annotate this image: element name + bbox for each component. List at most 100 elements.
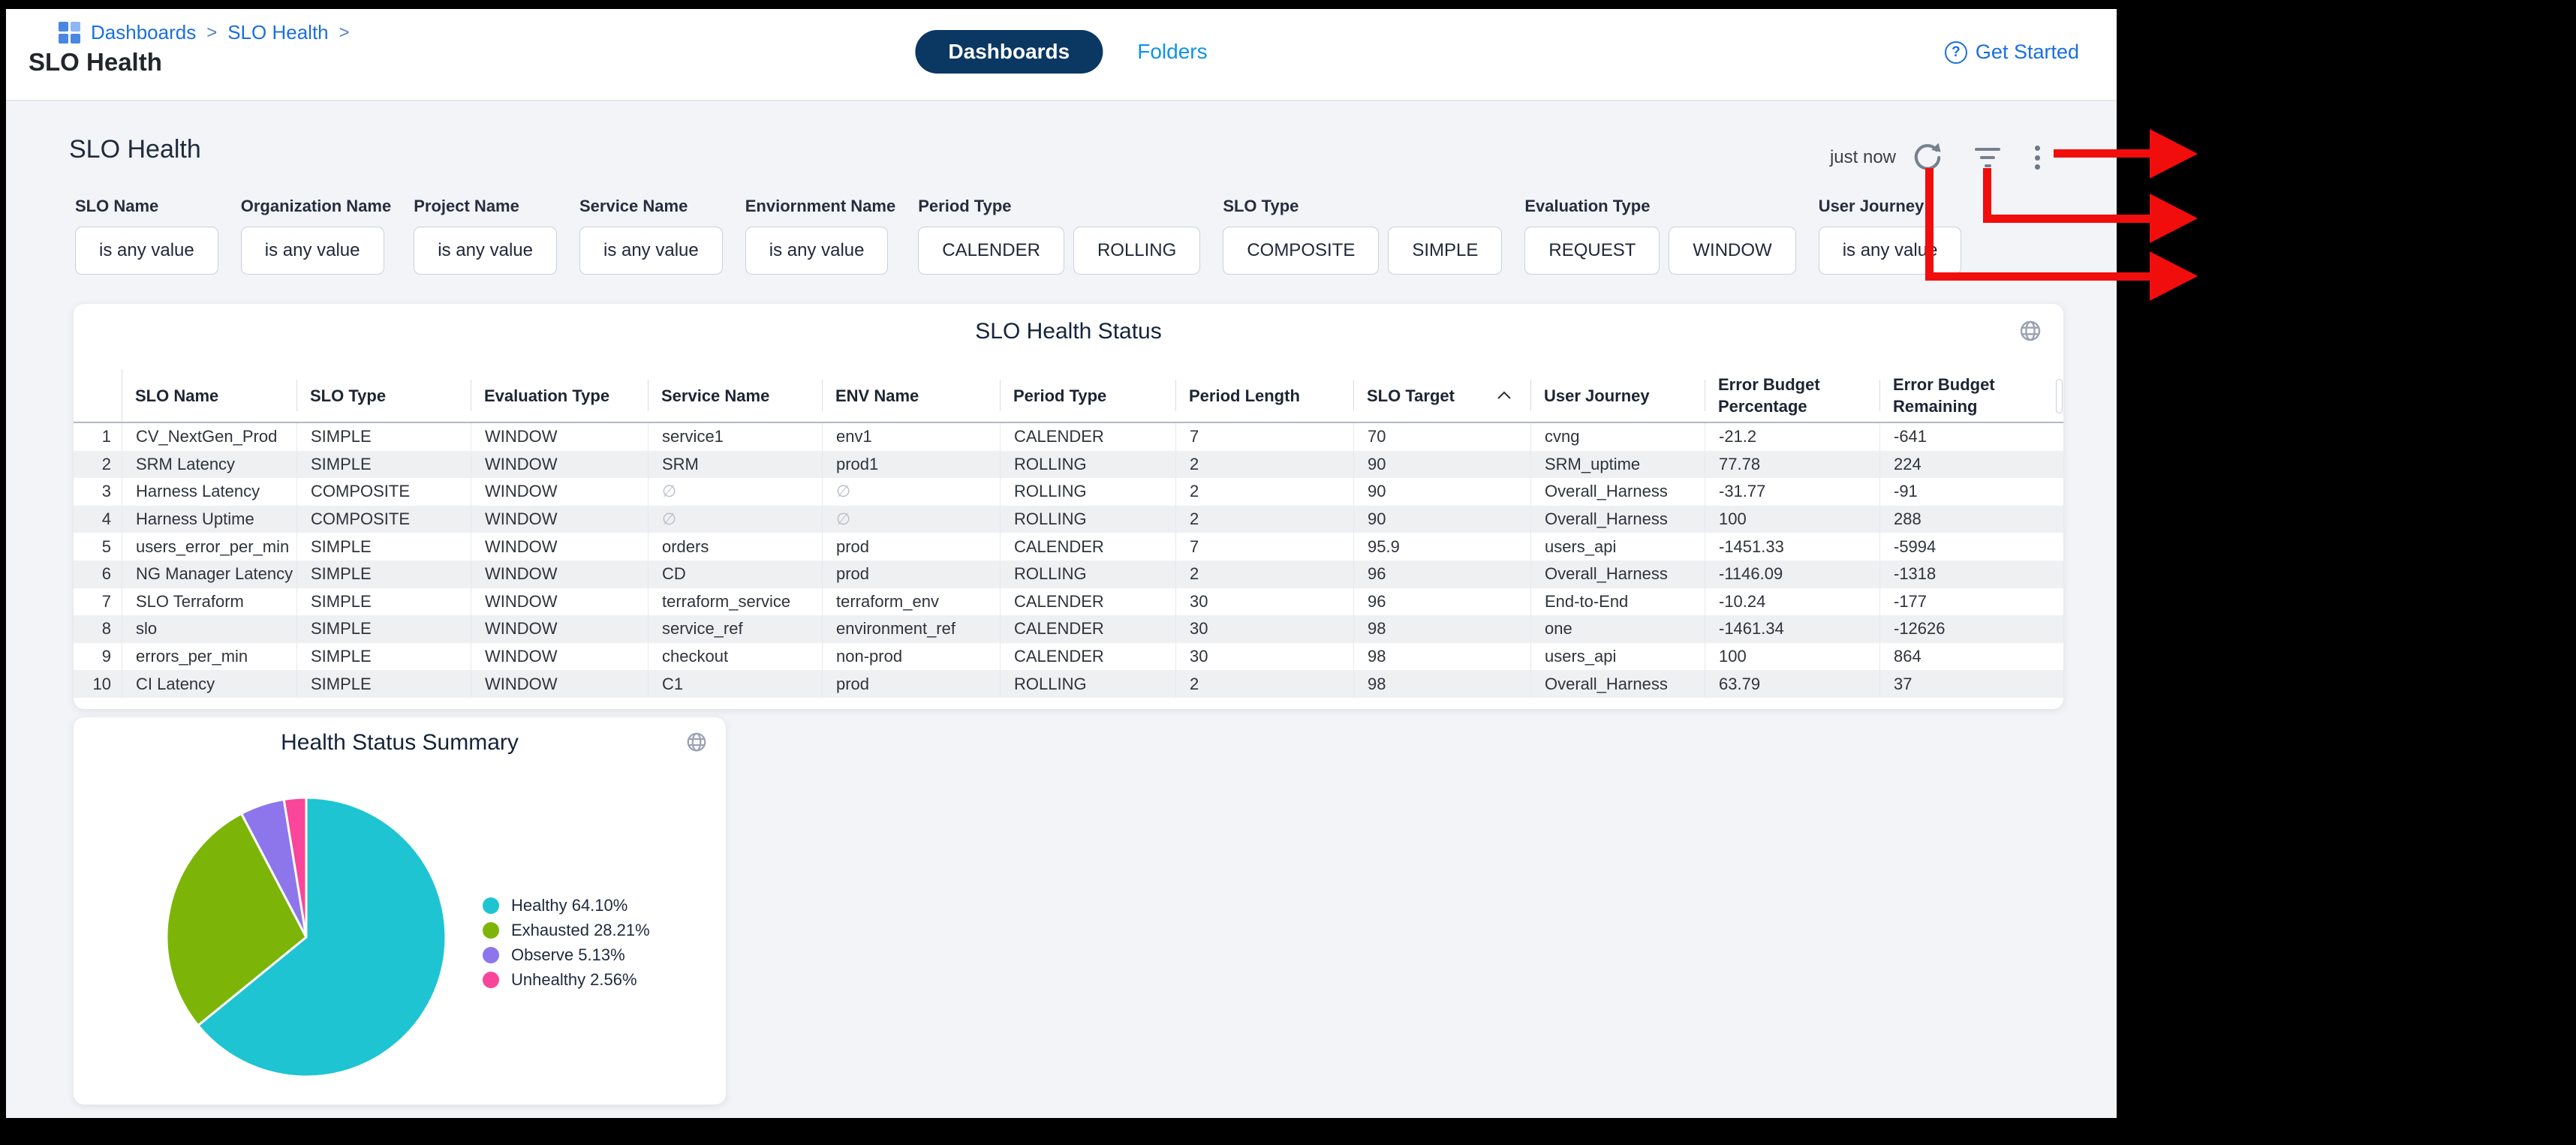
legend-dot (483, 922, 499, 939)
table-cell: orders (648, 533, 822, 560)
table-cell: CALENDER (1000, 423, 1175, 451)
legend-label: Healthy 64.10% (511, 896, 627, 915)
row-number-cell: 4 (74, 506, 122, 533)
column-header-service-name[interactable]: Service Name (648, 369, 822, 422)
tab-dashboards[interactable]: Dashboards (915, 30, 1103, 74)
row-number-cell: 9 (74, 643, 122, 671)
table-cell: 30 (1175, 643, 1353, 671)
table-cell: SIMPLE (296, 615, 471, 643)
column-header-user-journey[interactable]: User Journey (1530, 369, 1705, 422)
header-tabs: Dashboards Folders (915, 30, 1207, 74)
row-number-cell: 6 (74, 560, 122, 588)
table-row[interactable]: 8sloSIMPLEWINDOWservice_refenvironment_r… (74, 615, 2063, 643)
column-header-env-name[interactable]: ENV Name (822, 369, 1000, 422)
table-cell: ROLLING (1000, 451, 1175, 479)
table-cell: 100 (1705, 643, 1879, 671)
legend-item-observe[interactable]: Observe 5.13% (483, 945, 650, 965)
filter-option-button[interactable]: REQUEST (1524, 227, 1660, 275)
filter-option-button[interactable]: is any value (1819, 227, 1962, 275)
health-status-summary-tile: Health Status Summary Healthy 64.10% Exha… (74, 717, 726, 1104)
row-number-cell: 5 (74, 533, 122, 560)
table-cell: 2 (1175, 670, 1353, 698)
filter-option-button[interactable]: ROLLING (1073, 227, 1200, 275)
column-header-slo-type[interactable]: SLO Type (296, 369, 471, 422)
table-row[interactable]: 2SRM LatencySIMPLEWINDOWSRMprod1ROLLING2… (74, 451, 2063, 479)
legend-item-healthy[interactable]: Healthy 64.10% (483, 896, 650, 915)
question-circle-icon: ? (1945, 41, 1967, 64)
breadcrumb-link-slo-health[interactable]: SLO Health (227, 21, 328, 44)
table-cell: ROLLING (1000, 670, 1175, 698)
filter-option-button[interactable]: COMPOSITE (1223, 227, 1379, 275)
table-cell: 90 (1353, 478, 1530, 506)
kebab-menu-icon[interactable] (2030, 141, 2045, 174)
table-cell: SIMPLE (296, 533, 471, 560)
globe-icon[interactable] (685, 731, 708, 753)
screenshot-stage: Dashboards > SLO Health > SLO Health Das… (0, 0, 2576, 1145)
filter-option-button[interactable]: is any value (745, 227, 889, 275)
table-cell: Overall_Harness (1530, 670, 1705, 698)
column-header-slo-target[interactable]: SLO Target (1353, 369, 1530, 422)
table-cell: CD (648, 560, 822, 588)
globe-icon[interactable] (2018, 319, 2042, 343)
breadcrumb-separator: > (206, 23, 217, 44)
table-cell: 95.9 (1353, 533, 1530, 560)
table-cell: prod (822, 533, 1000, 560)
table-cell: ∅ (648, 478, 822, 506)
table-cell: environment_ref (822, 615, 1000, 643)
table-cell: NG Manager Latency (122, 560, 296, 588)
filter-label: SLO Name (75, 197, 218, 216)
table-row[interactable]: 3Harness LatencyCOMPOSITEWINDOW∅∅ROLLING… (74, 478, 2063, 506)
table-cell: 224 (1879, 451, 2063, 479)
table-header-row: SLO NameSLO TypeEvaluation TypeService N… (74, 369, 2063, 423)
table-row[interactable]: 4Harness UptimeCOMPOSITEWINDOW∅∅ROLLING2… (74, 506, 2063, 533)
filter-group-slo-name: SLO Name is any value (75, 197, 218, 275)
filter-option-button[interactable]: is any value (414, 227, 557, 275)
column-header-slo-name[interactable]: SLO Name (122, 369, 296, 422)
filter-option-button[interactable]: is any value (579, 227, 723, 275)
legend-item-unhealthy[interactable]: Unhealthy 2.56% (483, 970, 650, 990)
column-header-error-budget-percentage[interactable]: Error Budget Percentage (1705, 369, 1879, 422)
table-row[interactable]: 1CV_NextGen_ProdSIMPLEWINDOWservice1env1… (74, 423, 2063, 451)
filter-option-button[interactable]: SIMPLE (1388, 227, 1502, 275)
table-cell: cvng (1530, 423, 1705, 451)
filter-option-button[interactable]: CALENDER (918, 227, 1064, 275)
table-cell: users_error_per_min (122, 533, 296, 560)
table-cell: ∅ (822, 506, 1000, 533)
column-header-evaluation-type[interactable]: Evaluation Type (471, 369, 648, 422)
row-number-cell: 7 (74, 588, 122, 616)
filter-option-button[interactable]: is any value (241, 227, 384, 275)
column-header-period-length[interactable]: Period Length (1175, 369, 1353, 422)
get-started-link[interactable]: ? Get Started (1945, 41, 2079, 64)
tab-folders[interactable]: Folders (1137, 40, 1207, 64)
filter-label: SLO Type (1223, 197, 1502, 216)
table-row[interactable]: 10CI LatencySIMPLEWINDOWC1prodROLLING298… (74, 670, 2063, 698)
table-row[interactable]: 6NG Manager LatencySIMPLEWINDOWCDprodROL… (74, 560, 2063, 588)
filter-option-button[interactable]: is any value (75, 227, 218, 275)
table-cell: SRM (648, 451, 822, 479)
table-cell: 70 (1353, 423, 1530, 451)
pie-title: Health Status Summary (74, 730, 726, 756)
breadcrumb-link-dashboards[interactable]: Dashboards (91, 21, 196, 44)
table-scrollbar[interactable] (2056, 379, 2063, 413)
table-row[interactable]: 5users_error_per_minSIMPLEWINDOWorderspr… (74, 533, 2063, 560)
table-cell: 98 (1353, 670, 1530, 698)
column-header-period-type[interactable]: Period Type (1000, 369, 1175, 422)
table-cell: 864 (1879, 643, 2063, 671)
table-cell: Overall_Harness (1530, 478, 1705, 506)
table-cell: 98 (1353, 615, 1530, 643)
table-cell: ROLLING (1000, 560, 1175, 588)
column-header-error-budget-remaining[interactable]: Error Budget Remaining (1879, 369, 2063, 422)
table-cell: -5994 (1879, 533, 2063, 560)
table-cell: -12626 (1879, 615, 2063, 643)
filter-label: Evaluation Type (1524, 197, 1795, 216)
table-cell: 2 (1175, 478, 1353, 506)
legend-item-exhausted[interactable]: Exhausted 28.21% (483, 921, 650, 940)
table-row[interactable]: 9errors_per_minSIMPLEWINDOWcheckoutnon-p… (74, 643, 2063, 671)
table-cell: SIMPLE (296, 423, 471, 451)
table-cell: 98 (1353, 643, 1530, 671)
page-title: SLO Health (29, 48, 162, 77)
table-row[interactable]: 7SLO TerraformSIMPLEWINDOWterraform_serv… (74, 588, 2063, 616)
filter-option-button[interactable]: WINDOW (1669, 227, 1795, 275)
table-cell: non-prod (822, 643, 1000, 671)
health-status-pie-chart[interactable] (156, 787, 456, 1087)
